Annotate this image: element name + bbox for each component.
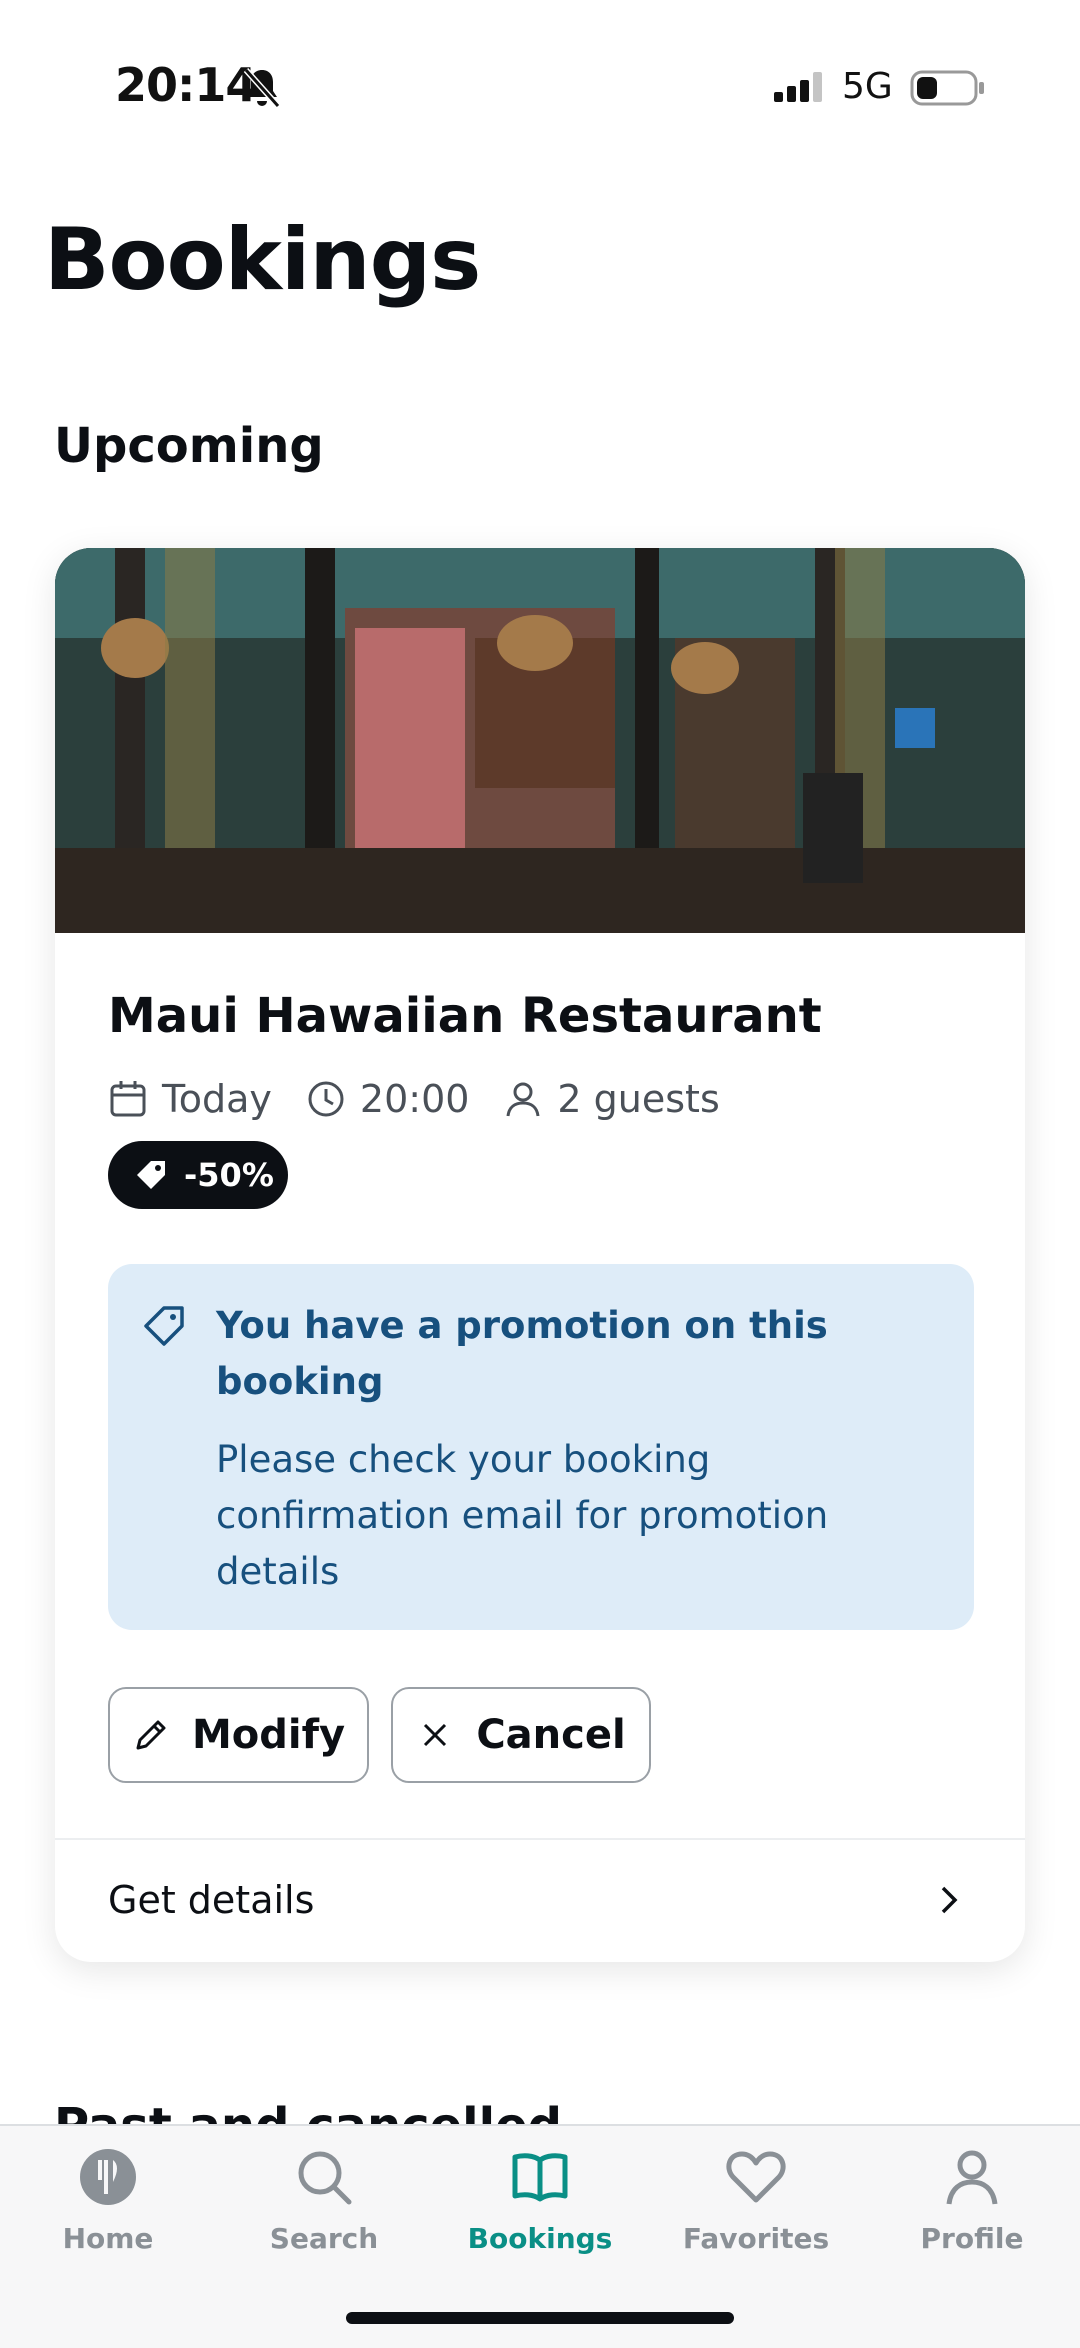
booking-date-label: Today (162, 1077, 272, 1121)
cancel-button-label: Cancel (476, 1712, 626, 1758)
restaurant-photo (55, 548, 1025, 933)
modify-button-label: Modify (191, 1712, 346, 1758)
tab-profile[interactable]: Profile (864, 2146, 1080, 2276)
tab-favorites[interactable]: Favorites (648, 2146, 864, 2276)
booking-card[interactable]: Maui Hawaiian Restaurant Today 20:00 2 g… (55, 548, 1025, 1962)
booking-date: Today (108, 1077, 272, 1121)
tab-profile-label: Profile (920, 2222, 1024, 2255)
booking-guests-label: 2 guests (557, 1077, 720, 1121)
booking-guests: 2 guests (503, 1077, 720, 1121)
tab-home[interactable]: Home (0, 2146, 216, 2276)
booking-time-label: 20:00 (359, 1077, 470, 1121)
chevron-right-icon (941, 1886, 958, 1914)
cancel-button[interactable]: Cancel (391, 1687, 651, 1783)
status-bar: 20:14 5G (0, 0, 1080, 180)
tag-icon (137, 1161, 165, 1189)
heart-icon (726, 2151, 786, 2203)
tab-search[interactable]: Search (216, 2146, 432, 2276)
get-details-row[interactable]: Get details (55, 1840, 1025, 1962)
promotion-title: You have a promotion on this booking (216, 1304, 828, 1403)
person-icon (946, 2150, 998, 2205)
tab-favorites-label: Favorites (682, 2222, 830, 2255)
upcoming-section-title: Upcoming (54, 418, 324, 474)
network-label: 5G (842, 66, 893, 107)
clock-icon (308, 1081, 344, 1117)
search-icon (298, 2151, 352, 2205)
fork-knife-icon (80, 2149, 136, 2205)
status-time: 20:14 (115, 58, 257, 112)
tab-bookings-label: Bookings (467, 2222, 613, 2255)
modify-button[interactable]: Modify (108, 1687, 369, 1783)
restaurant-name: Maui Hawaiian Restaurant (108, 988, 822, 1044)
booking-time: 20:00 (306, 1077, 470, 1121)
calendar-icon (110, 1081, 146, 1117)
page-title: Bookings (44, 210, 481, 310)
close-icon (424, 1723, 447, 1747)
pencil-icon (136, 1720, 166, 1750)
promotion-notice: You have a promotion on this booking Ple… (108, 1264, 974, 1630)
tab-bookings[interactable]: Bookings (432, 2146, 648, 2276)
home-indicator (346, 2312, 734, 2324)
tab-search-label: Search (269, 2222, 379, 2255)
discount-label: -50% (184, 1156, 274, 1194)
book-icon (512, 2153, 568, 2202)
tab-home-label: Home (62, 2222, 154, 2255)
get-details-label: Get details (108, 1878, 315, 1922)
booking-meta: Today 20:00 2 guests (108, 1074, 754, 1124)
bell-muted-icon (243, 68, 281, 108)
discount-badge: -50% (108, 1141, 288, 1209)
battery-icon (910, 70, 984, 106)
person-icon (506, 1082, 540, 1117)
tag-outline-icon (144, 1306, 184, 1346)
promotion-text: Please check your booking confirmation e… (216, 1438, 829, 1593)
signal-icon (774, 72, 822, 102)
